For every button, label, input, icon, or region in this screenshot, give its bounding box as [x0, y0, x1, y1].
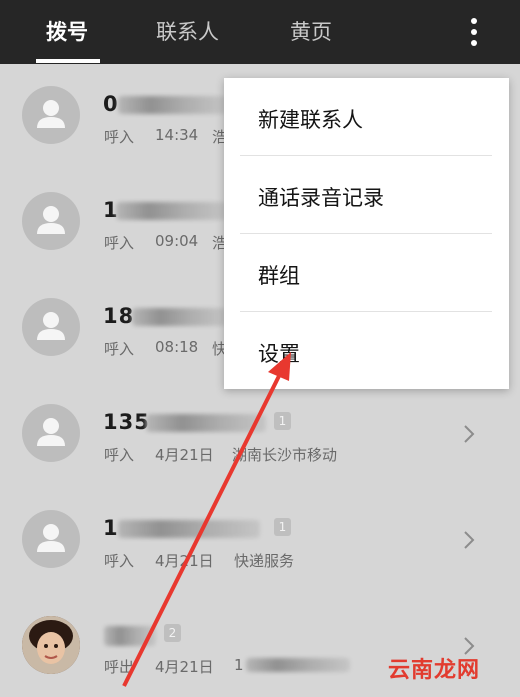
call-type: 呼入	[104, 446, 135, 464]
avatar	[22, 298, 80, 356]
call-time: 4月21日	[155, 552, 214, 570]
tab-contacts[interactable]: 联系人	[156, 16, 219, 46]
call-type: 呼入	[104, 552, 135, 570]
call-log-row[interactable]: 1 1 呼入 4月21日 快递服务	[0, 488, 520, 594]
avatar	[22, 86, 80, 144]
menu-item-call-recordings[interactable]: 通话录音记录	[224, 156, 509, 234]
call-time: 14:34	[155, 126, 199, 144]
active-tab-indicator	[36, 59, 100, 63]
blurred-number	[118, 96, 226, 114]
call-count-badge: 2	[164, 624, 181, 642]
caller-number: 18	[103, 304, 135, 328]
call-location: 快递服务	[234, 552, 295, 570]
tab-yellow-pages[interactable]: 黄页	[290, 16, 332, 46]
call-log-row[interactable]: 135 1 呼入 4月21日 湖南长沙市移动	[0, 382, 520, 488]
blurred-detail	[246, 658, 350, 672]
blurred-number	[132, 308, 226, 326]
call-count-badge: 1	[274, 412, 291, 430]
call-time: 4月21日	[155, 446, 214, 464]
top-bar: 拨号 联系人 黄页	[0, 0, 520, 64]
caller-number: 135	[103, 410, 150, 434]
menu-item-label: 设置	[258, 342, 300, 366]
avatar	[22, 192, 80, 250]
call-time: 4月21日	[155, 658, 214, 676]
caller-number: 0	[103, 92, 119, 116]
call-type: 呼入	[104, 234, 135, 252]
person-icon	[37, 312, 65, 340]
profile-photo-icon	[22, 616, 80, 674]
menu-item-groups[interactable]: 群组	[224, 234, 509, 312]
call-count-badge: 1	[274, 518, 291, 536]
more-dot-icon	[471, 40, 477, 46]
caller-number: 1	[103, 516, 119, 540]
overflow-menu: 新建联系人 通话录音记录 群组 设置	[224, 78, 509, 389]
menu-item-label: 群组	[258, 264, 300, 288]
blurred-number	[118, 520, 260, 538]
blurred-name	[104, 626, 156, 646]
call-location: 1	[234, 656, 244, 674]
chevron-right-icon[interactable]	[460, 528, 478, 552]
menu-item-label: 通话录音记录	[258, 186, 384, 210]
person-icon	[37, 206, 65, 234]
avatar	[22, 404, 80, 462]
more-dot-icon	[471, 18, 477, 24]
call-type: 呼入	[104, 128, 135, 146]
chevron-right-icon[interactable]	[460, 422, 478, 446]
avatar	[22, 616, 80, 674]
call-type: 呼出	[104, 658, 135, 676]
blurred-number	[116, 202, 226, 220]
call-type: 呼入	[104, 340, 135, 358]
menu-item-new-contact[interactable]: 新建联系人	[224, 78, 509, 156]
more-options-button[interactable]	[458, 14, 490, 50]
avatar	[22, 510, 80, 568]
call-location: 湖南长沙市移动	[232, 446, 338, 464]
menu-item-label: 新建联系人	[258, 108, 363, 132]
tab-dial[interactable]: 拨号	[46, 16, 88, 46]
person-icon	[37, 524, 65, 552]
person-icon	[37, 418, 65, 446]
call-time: 08:18	[155, 338, 199, 356]
person-icon	[37, 100, 65, 128]
more-dot-icon	[471, 29, 477, 35]
call-time: 09:04	[155, 232, 199, 250]
watermark-logo: 云南龙网	[388, 657, 481, 683]
menu-item-settings[interactable]: 设置	[224, 312, 509, 390]
blurred-number	[146, 414, 266, 432]
